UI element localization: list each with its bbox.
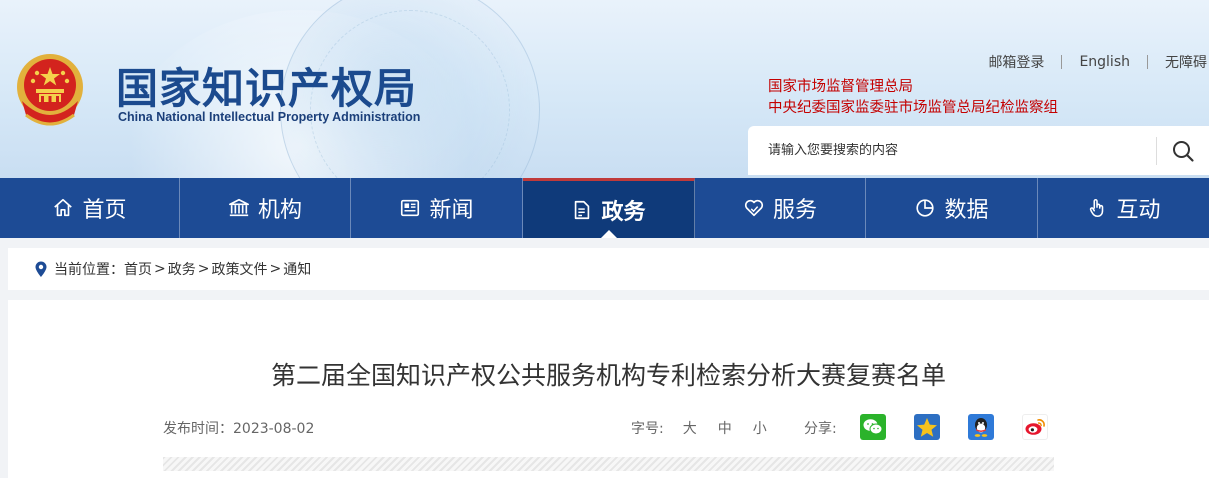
home-icon (52, 197, 74, 219)
search-box (748, 126, 1209, 175)
institution-icon (228, 197, 250, 219)
breadcrumb-home[interactable]: 首页 (124, 259, 152, 279)
nav-item-data[interactable]: 数据 (866, 178, 1038, 238)
nav-item-label: 互动 (1116, 198, 1161, 223)
nav-item-news[interactable]: 新闻 (351, 178, 523, 238)
qq-icon[interactable] (968, 414, 994, 440)
news-icon (399, 197, 421, 219)
breadcrumb: 当前位置： 首页 > 政务 > 政策文件 > 通知 (8, 248, 1209, 290)
breadcrumb-separator: > (269, 261, 282, 277)
hand-pointer-icon (1086, 197, 1108, 219)
nav-item-label: 政务 (601, 199, 646, 225)
top-links: 邮箱登录 English 无障碍 (971, 53, 1209, 71)
samr-link[interactable]: 国家市场监督管理总局 (768, 77, 1058, 98)
heart-hand-icon (743, 197, 765, 219)
nav-item-label: 新闻 (429, 198, 474, 223)
publish-date: 发布时间：2023-08-02 (163, 421, 315, 437)
search-icon (1173, 140, 1194, 162)
article-title: 第二届全国知识产权公共服务机构专利检索分析大赛复赛名单 (270, 361, 946, 390)
breadcrumb-separator: > (197, 261, 210, 277)
pie-chart-icon (914, 197, 936, 219)
article-panel: 第二届全国知识产权公共服务机构专利检索分析大赛复赛名单 发布时间：2023-08… (8, 300, 1209, 478)
agency-links: 国家市场监督管理总局 中央纪委国家监委驻市场监管总局纪检监察组 (768, 77, 1058, 119)
nav-item-institution[interactable]: 机构 (180, 178, 351, 238)
search-button[interactable] (1157, 126, 1209, 175)
font-size-control: 字号: 大 中 小 (631, 418, 767, 438)
main-nav: 首页 机构 新闻 政务 服务 数据 互动 (0, 178, 1209, 238)
site-title-en: China National Intellectual Property Adm… (118, 110, 421, 124)
nav-item-label: 服务 (772, 198, 817, 223)
nav-item-home[interactable]: 首页 (0, 178, 180, 238)
breadcrumb-notice[interactable]: 通知 (283, 259, 311, 279)
site-header: 国家知识产权局 China National Intellectual Prop… (0, 0, 1209, 178)
breadcrumb-prefix: 当前位置： (54, 262, 124, 278)
qzone-icon[interactable] (914, 414, 940, 440)
document-icon (571, 199, 593, 221)
search-input[interactable] (768, 143, 1156, 158)
font-size-large-button[interactable]: 大 (683, 418, 697, 438)
location-pin-icon (34, 261, 48, 278)
national-emblem-icon (17, 54, 83, 126)
accessibility-link[interactable]: 无障碍 (1148, 52, 1209, 72)
font-size-small-button[interactable]: 小 (753, 418, 767, 438)
nav-item-services[interactable]: 服务 (695, 178, 866, 238)
breadcrumb-government-affairs[interactable]: 政务 (168, 259, 196, 279)
wechat-icon[interactable] (860, 414, 886, 440)
font-size-medium-button[interactable]: 中 (718, 418, 732, 438)
nav-item-label: 首页 (82, 198, 127, 223)
breadcrumb-policy-documents[interactable]: 政策文件 (211, 259, 267, 279)
content-divider (163, 457, 1054, 471)
nav-item-government-affairs[interactable]: 政务 (523, 178, 695, 238)
mail-login-link[interactable]: 邮箱登录 (971, 52, 1061, 72)
nav-item-label: 机构 (257, 198, 302, 223)
font-size-label: 字号: (631, 421, 664, 437)
weibo-icon[interactable] (1022, 414, 1048, 440)
share-label: 分享: (804, 421, 837, 437)
discipline-inspection-link[interactable]: 中央纪委国家监委驻市场监管总局纪检监察组 (768, 98, 1058, 119)
breadcrumb-separator: > (154, 261, 166, 277)
nav-item-label: 数据 (944, 198, 989, 223)
english-link[interactable]: English (1062, 54, 1147, 70)
site-title-cn[interactable]: 国家知识产权局 (116, 55, 417, 113)
nav-item-interaction[interactable]: 互动 (1038, 178, 1209, 238)
